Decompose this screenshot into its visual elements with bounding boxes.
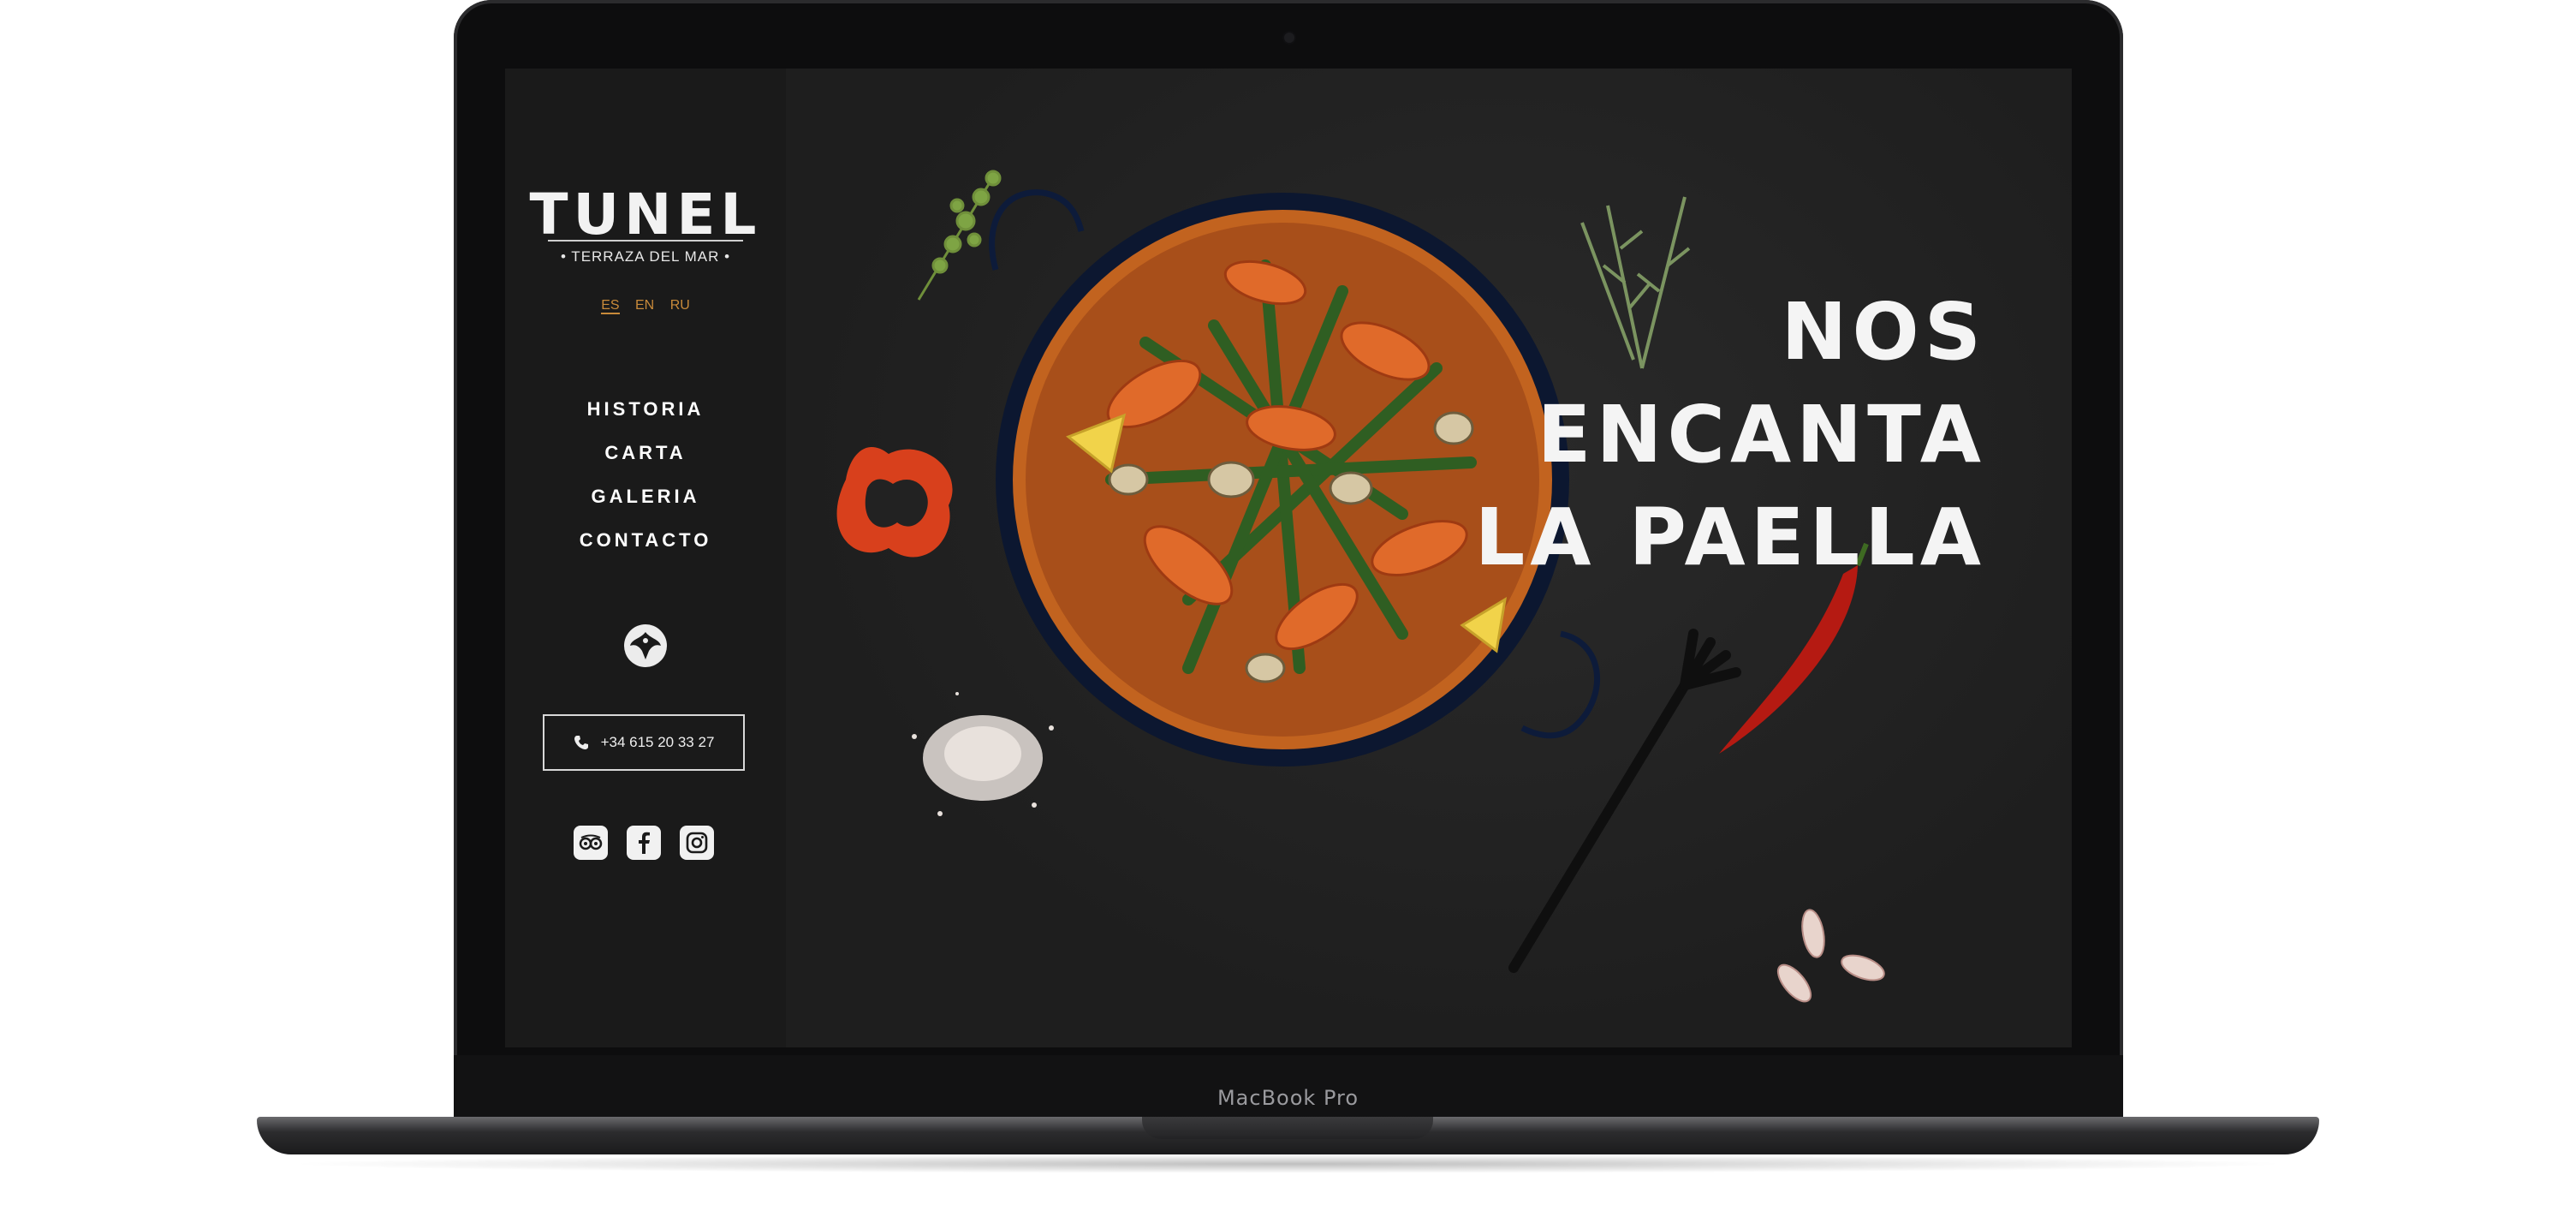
laptop-shadow: [283, 1154, 2294, 1173]
garlic-cloves: [1776, 909, 1885, 1003]
phone-number: +34 615 20 33 27: [600, 734, 715, 750]
pan-handle-top: [989, 189, 1085, 271]
phone-icon: [574, 736, 588, 749]
red-pepper-ring: [836, 446, 953, 558]
tagline: • TERRAZA DEL MAR •: [560, 248, 731, 265]
language-switcher: ES EN RU: [505, 298, 786, 314]
nav-carta[interactable]: CARTA: [505, 431, 786, 474]
fork: [1508, 629, 1741, 973]
social-links: [574, 826, 714, 860]
nav-contacto[interactable]: CONTACTO: [505, 518, 786, 562]
camera: [1284, 33, 1294, 43]
facebook-icon[interactable]: [627, 826, 661, 860]
main-nav: HISTORIA CARTA GALERIA CONTACTO: [505, 387, 786, 562]
bird-emblem-icon: [624, 624, 667, 667]
headline-line-3: LA PAELLA: [1474, 492, 1986, 583]
logo[interactable]: TUNEL: [505, 182, 786, 248]
lang-en[interactable]: EN: [635, 298, 654, 313]
logo-divider: [548, 240, 743, 242]
phone-button[interactable]: +34 615 20 33 27: [543, 714, 745, 771]
salt-pile: [912, 692, 1054, 816]
sidebar: TUNEL • TERRAZA DEL MAR • ES EN RU HISTO…: [505, 69, 786, 1047]
website-screen: TUNEL • TERRAZA DEL MAR • ES EN RU HISTO…: [505, 69, 2072, 1047]
lang-ru[interactable]: RU: [670, 298, 690, 313]
nav-galeria[interactable]: GALERIA: [505, 474, 786, 518]
laptop-notch: [1142, 1117, 1433, 1139]
lang-es[interactable]: ES: [601, 298, 620, 314]
headline-line-1: NOS: [1781, 286, 1986, 378]
tripadvisor-icon[interactable]: [574, 826, 608, 860]
pan-handle-bottom: [1520, 630, 1600, 739]
nav-historia[interactable]: HISTORIA: [505, 387, 786, 431]
chili-pepper: [1719, 565, 1858, 754]
hero-headline: NOS ENCANTA LA PAELLA: [1475, 281, 1986, 589]
device-label: MacBook Pro: [1217, 1086, 1359, 1110]
instagram-icon[interactable]: [680, 826, 714, 860]
headline-line-2: ENCANTA: [1537, 389, 1986, 480]
thyme-sprig: [917, 170, 1002, 301]
hero: NOS ENCANTA LA PAELLA: [786, 69, 2072, 1047]
